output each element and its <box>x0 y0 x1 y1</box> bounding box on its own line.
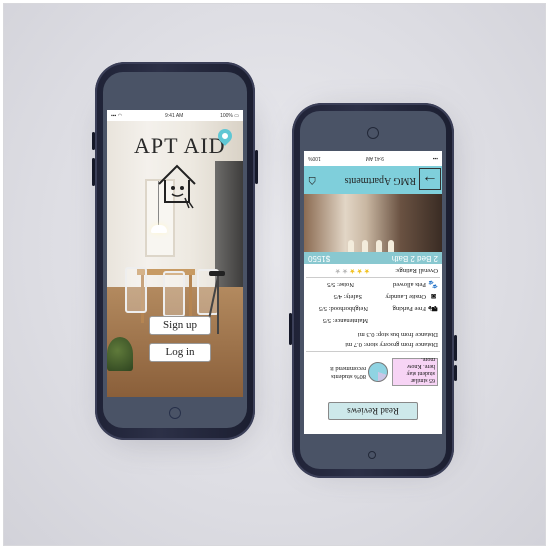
score-noise: Noise: 5/5 <box>327 281 354 288</box>
listing-header: → RMG Apartments ⌂ <box>304 166 442 194</box>
listing-screen: ▪▪▪ 9:41 AM 100% → RMG Apartments ⌂ 2 Be… <box>304 151 442 434</box>
overall-ratings-label: Overall Ratings: <box>395 267 438 274</box>
distance-bus: Distance from bus stop: 0.3 mi <box>357 331 438 338</box>
star-filled-icon: ★ <box>362 267 370 275</box>
distance-grocery: Distance from grocery store: 0.7 mi <box>345 341 438 348</box>
signup-button[interactable]: Sign up <box>149 316 211 335</box>
rating-stars: ★★★★★ <box>334 267 370 275</box>
listing-photo <box>304 194 442 252</box>
beds-baths: 2 Bed 2 Bath <box>391 254 438 263</box>
price-bar: 2 Bed 2 Bath $1550 <box>304 252 442 264</box>
amenity-laundry: Onsite Laundry <box>385 293 426 300</box>
house-logo-icon: ⌂ <box>308 173 317 188</box>
mockup-background: ▪▪▪ ◠ 9:41 AM 100% ▭ APT AID Sign up Log… <box>3 3 546 546</box>
front-camera <box>368 451 376 459</box>
star-filled-icon: ★ <box>348 267 356 275</box>
star-filled-icon: ★ <box>355 267 363 275</box>
status-time: 9:41 AM <box>365 155 384 161</box>
read-reviews-button[interactable]: Read Reviews <box>328 402 418 420</box>
signal-icon: ▪▪▪ <box>432 155 438 161</box>
battery-indicator: 100% <box>308 155 321 161</box>
score-safety: Safety: 4/5 <box>333 293 362 300</box>
login-screen: ▪▪▪ ◠ 9:41 AM 100% ▭ APT AID Sign up Log… <box>107 110 243 397</box>
star-empty-icon: ★ <box>340 267 349 275</box>
home-button[interactable] <box>169 407 181 419</box>
amenity-pets: Pets allowed <box>392 281 426 288</box>
amenity-parking: Free Parking <box>392 305 426 312</box>
login-button[interactable]: Log in <box>149 343 211 362</box>
signal-icon: ▪▪▪ ◠ <box>111 113 123 119</box>
status-bar: ▪▪▪ ◠ 9:41 AM 100% ▭ <box>107 110 243 121</box>
washer-icon: ◙ <box>431 292 436 301</box>
recommend-stat: 80% students recommend it <box>330 365 366 380</box>
score-maintenance: Maintenance: 5/5 <box>322 317 368 324</box>
listing-title: RMG Apartments <box>344 175 416 186</box>
similar-students-box[interactable]: 65 similar student stay here. Know more. <box>392 356 438 386</box>
status-time: 9:41 AM <box>165 113 184 119</box>
status-bar: ▪▪▪ 9:41 AM 100% <box>304 154 442 162</box>
house-logo-icon <box>158 164 196 209</box>
left-phone: ▪▪▪ ◠ 9:41 AM 100% ▭ APT AID Sign up Log… <box>92 62 258 440</box>
battery-indicator: 100% ▭ <box>220 113 239 119</box>
app-title: APT AID <box>134 133 226 158</box>
listing-details: Overall Ratings: ★★★★★ 🐾 Pets allowed ◙ … <box>304 264 442 434</box>
car-icon: ⛟ <box>427 304 438 313</box>
back-arrow-icon[interactable]: → <box>419 168 441 190</box>
score-neighborhood: Neighborhood: 5/5 <box>318 305 368 312</box>
star-empty-icon: ★ <box>333 267 341 275</box>
listing-price: $1550 <box>308 254 331 263</box>
recommend-pie-chart <box>368 362 388 382</box>
home-button[interactable] <box>367 127 379 139</box>
right-phone: ▪▪▪ 9:41 AM 100% → RMG Apartments ⌂ 2 Be… <box>289 103 457 478</box>
paw-icon: 🐾 <box>428 280 438 289</box>
